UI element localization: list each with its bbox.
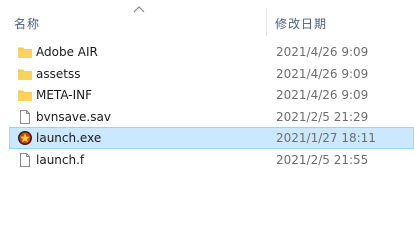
file-name: META-INF xyxy=(36,88,93,102)
list-item[interactable]: assetss 2021/4/26 9:09 xyxy=(0,63,414,85)
file-date: 2021/4/26 9:09 xyxy=(276,88,369,102)
column-divider[interactable] xyxy=(266,8,267,36)
folder-icon xyxy=(18,90,32,101)
list-item[interactable]: Adobe AIR 2021/4/26 9:09 xyxy=(0,41,414,63)
file-list-pane: 名称 修改日期 Adobe AIR 2021/4/26 9:09 assetss… xyxy=(0,0,414,222)
folder-icon xyxy=(18,69,32,80)
list-item[interactable]: bvnsave.sav 2021/2/5 21:29 xyxy=(0,106,414,128)
file-date: 2021/2/5 21:29 xyxy=(276,109,369,124)
folder-icon xyxy=(18,47,32,58)
file-date: 2021/4/26 9:09 xyxy=(276,45,369,59)
list-item[interactable]: META-INF 2021/4/26 9:09 xyxy=(0,84,414,106)
file-list: Adobe AIR 2021/4/26 9:09 assetss 2021/4/… xyxy=(0,41,414,170)
column-header-date-modified[interactable]: 修改日期 xyxy=(275,15,327,32)
file-icon xyxy=(20,109,30,124)
file-date: 2021/2/5 21:55 xyxy=(276,152,369,167)
file-date: 2021/1/27 18:11 xyxy=(276,131,376,145)
file-icon xyxy=(20,152,30,167)
column-header-name[interactable]: 名称 xyxy=(14,15,40,32)
file-name: bvnsave.sav xyxy=(36,109,111,124)
file-name: assetss xyxy=(36,66,81,81)
list-item-selected[interactable]: launch.exe 2021/1/27 18:11 xyxy=(9,127,414,149)
file-name: launch.exe xyxy=(36,131,102,145)
column-header: 名称 修改日期 xyxy=(0,8,414,36)
file-name: launch.f xyxy=(36,152,85,167)
file-name: Adobe AIR xyxy=(36,45,98,59)
list-item[interactable]: launch.f 2021/2/5 21:55 xyxy=(0,149,414,171)
app-icon xyxy=(18,131,32,145)
file-date: 2021/4/26 9:09 xyxy=(276,66,369,81)
